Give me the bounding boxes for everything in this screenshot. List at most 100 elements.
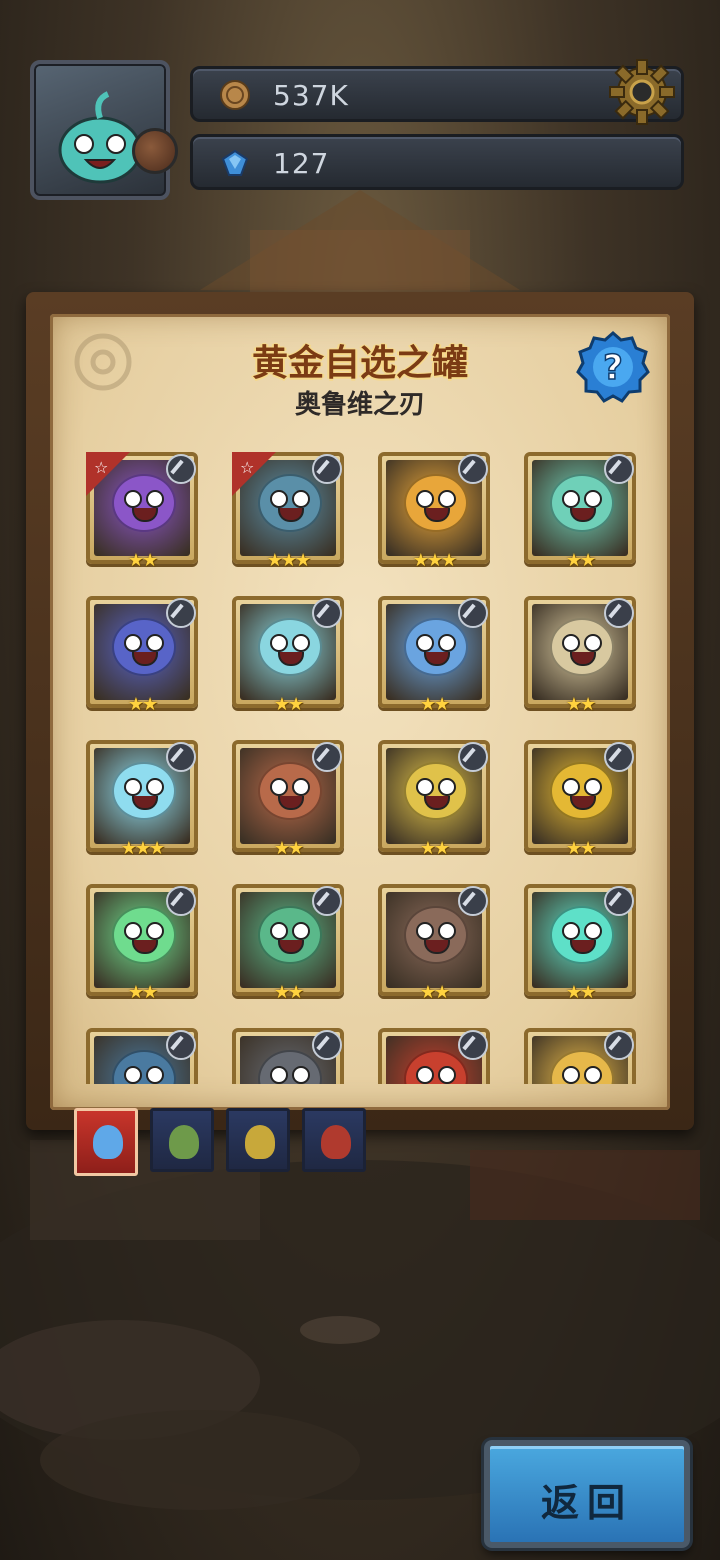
hero-face bbox=[258, 618, 322, 676]
hero-card[interactable]: ☆ ★★★ bbox=[232, 452, 344, 570]
hero-eye bbox=[146, 1066, 164, 1084]
hero-card[interactable]: ★★ bbox=[524, 596, 636, 714]
hero-card[interactable]: ☆ ★★ bbox=[86, 452, 198, 570]
hero-eye bbox=[270, 634, 288, 652]
hero-face bbox=[112, 762, 176, 820]
hero-card[interactable]: ★★ bbox=[378, 884, 490, 1002]
hero-eye bbox=[562, 634, 580, 652]
hero-eye bbox=[416, 922, 434, 940]
hero-face bbox=[550, 906, 614, 964]
star-rating: ★★ bbox=[565, 550, 596, 571]
hero-eye bbox=[562, 490, 580, 508]
star-rating: ★★ bbox=[565, 982, 596, 1003]
spiral-class-icon bbox=[166, 742, 196, 772]
hero-face bbox=[404, 474, 468, 532]
hero-face bbox=[550, 618, 614, 676]
hero-card[interactable]: ★★ bbox=[86, 596, 198, 714]
hero-eye bbox=[562, 1066, 580, 1084]
star-rating: ★★ bbox=[127, 550, 158, 571]
hero-eye bbox=[584, 634, 602, 652]
faction-tab-red[interactable] bbox=[302, 1108, 366, 1172]
sword-class-icon bbox=[166, 454, 196, 484]
hero-eye bbox=[292, 634, 310, 652]
featured-star-icon: ☆ bbox=[94, 458, 109, 477]
help-icon: ? bbox=[603, 348, 623, 388]
hero-eye bbox=[292, 922, 310, 940]
hero-card[interactable] bbox=[86, 1028, 198, 1084]
sword-class-icon bbox=[604, 454, 634, 484]
gem-resource-bar: 127 bbox=[190, 134, 684, 190]
hero-eye bbox=[146, 634, 164, 652]
magic-class-icon bbox=[458, 598, 488, 628]
hero-face bbox=[112, 618, 176, 676]
hero-face bbox=[258, 906, 322, 964]
back-button[interactable]: 返回 bbox=[484, 1440, 690, 1548]
hero-eye bbox=[584, 922, 602, 940]
hero-face bbox=[258, 762, 322, 820]
player-avatar[interactable] bbox=[30, 60, 178, 200]
star-rating: ★★ bbox=[419, 694, 450, 715]
hero-eye bbox=[292, 1066, 310, 1084]
star-rating: ★★ bbox=[127, 694, 158, 715]
hero-card[interactable]: ★★ bbox=[378, 740, 490, 858]
faction-tab-blue[interactable] bbox=[74, 1108, 138, 1176]
gear-icon[interactable] bbox=[606, 56, 678, 128]
hero-card[interactable]: ★★ bbox=[524, 740, 636, 858]
star-rating: ★★★ bbox=[266, 550, 311, 571]
hero-eye bbox=[438, 490, 456, 508]
star-rating: ★★ bbox=[273, 694, 304, 715]
hero-face bbox=[404, 906, 468, 964]
sword-class-icon bbox=[604, 598, 634, 628]
hero-eye bbox=[292, 490, 310, 508]
hero-eye bbox=[438, 634, 456, 652]
sword-class-icon bbox=[166, 598, 196, 628]
hero-eye bbox=[438, 1066, 456, 1084]
hero-eye bbox=[584, 490, 602, 508]
hero-card[interactable]: ★★ bbox=[232, 596, 344, 714]
hero-face bbox=[550, 474, 614, 532]
hero-face bbox=[112, 906, 176, 964]
hero-card[interactable]: ★★ bbox=[232, 740, 344, 858]
hero-eye bbox=[292, 778, 310, 796]
hero-card[interactable]: ★★ bbox=[524, 452, 636, 570]
hero-card[interactable] bbox=[524, 1028, 636, 1084]
hero-eye bbox=[270, 1066, 288, 1084]
magic-class-icon bbox=[458, 886, 488, 916]
star-rating: ★★ bbox=[127, 982, 158, 1003]
gold-coin-icon bbox=[220, 80, 250, 110]
hero-card[interactable]: ★★★ bbox=[86, 740, 198, 858]
star-rating: ★★★ bbox=[120, 838, 165, 859]
hero-eye bbox=[124, 778, 142, 796]
hero-eye bbox=[124, 634, 142, 652]
faction-tab-green[interactable] bbox=[150, 1108, 214, 1172]
faction-emblem-icon bbox=[93, 1125, 123, 1159]
hero-eye bbox=[562, 922, 580, 940]
hero-card[interactable]: ★★★ bbox=[378, 452, 490, 570]
help-button[interactable]: ? bbox=[576, 330, 650, 404]
hero-card[interactable]: ★★ bbox=[86, 884, 198, 1002]
faction-tab-yellow[interactable] bbox=[226, 1108, 290, 1172]
star-rating: ★★ bbox=[419, 838, 450, 859]
magic-class-icon bbox=[166, 886, 196, 916]
hero-eye bbox=[146, 778, 164, 796]
hero-eye bbox=[416, 1066, 434, 1084]
hero-card[interactable] bbox=[232, 1028, 344, 1084]
hero-eye bbox=[416, 778, 434, 796]
back-button-label: 返回 bbox=[540, 1481, 633, 1525]
hero-card[interactable] bbox=[378, 1028, 490, 1084]
hero-eye bbox=[270, 778, 288, 796]
hero-eye bbox=[584, 1066, 602, 1084]
hero-eye bbox=[416, 490, 434, 508]
hero-card[interactable]: ★★ bbox=[232, 884, 344, 1002]
hero-eye bbox=[416, 634, 434, 652]
gem-amount: 127 bbox=[273, 147, 330, 180]
avatar-rank-badge bbox=[132, 128, 178, 174]
hero-card[interactable]: ★★ bbox=[524, 884, 636, 1002]
hero-eye bbox=[270, 922, 288, 940]
star-rating: ★★ bbox=[273, 982, 304, 1003]
hero-card[interactable]: ★★ bbox=[378, 596, 490, 714]
spiral-class-icon bbox=[604, 1030, 634, 1060]
hero-eye bbox=[124, 922, 142, 940]
spiral-class-icon bbox=[166, 1030, 196, 1060]
hero-face bbox=[404, 762, 468, 820]
